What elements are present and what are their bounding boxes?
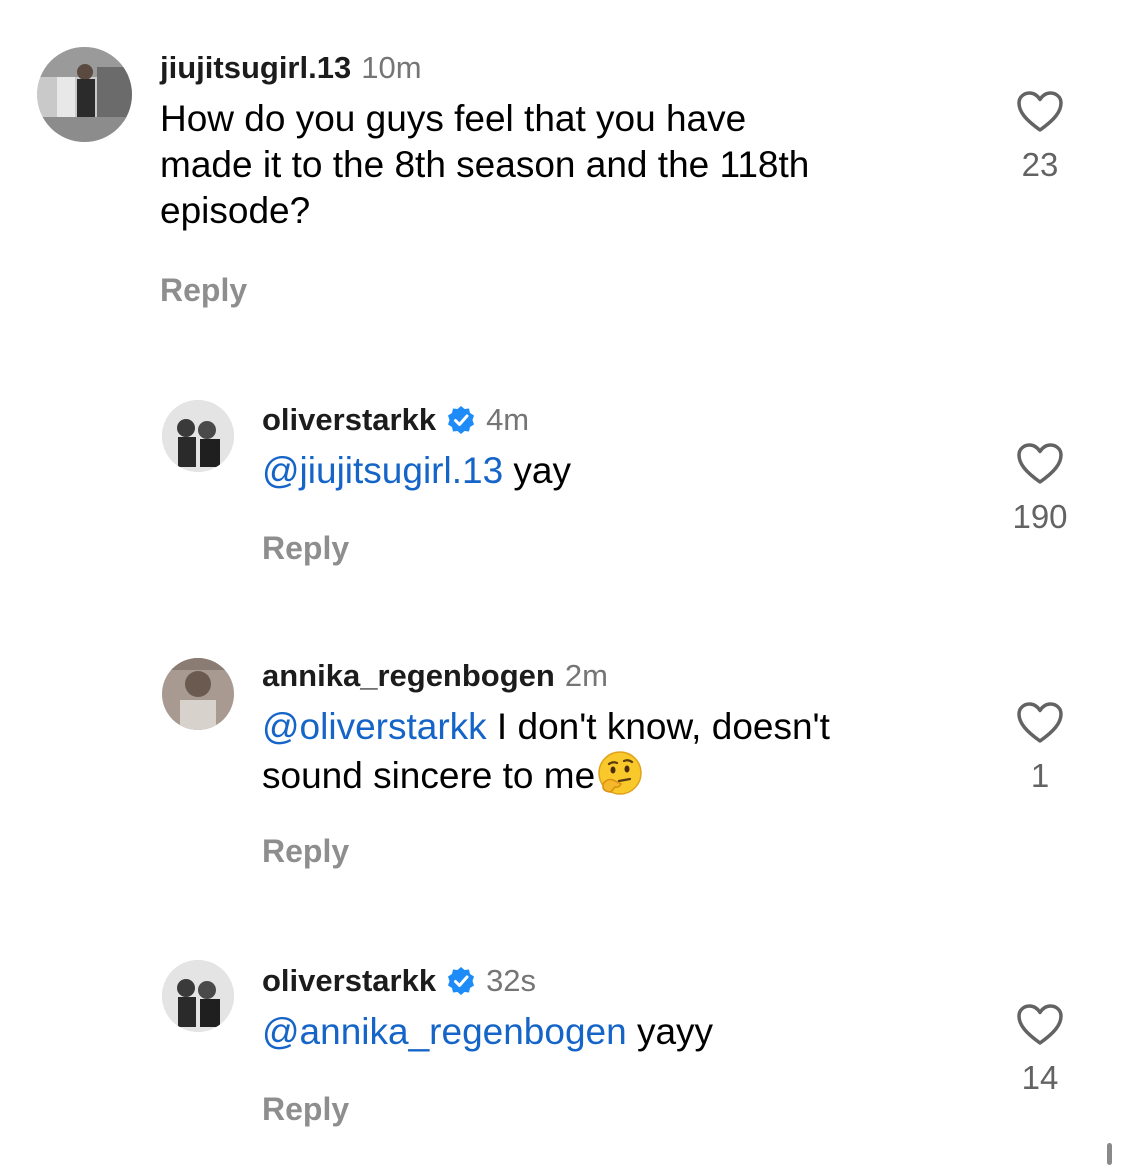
comment-text-line: sound sincere to me (262, 755, 596, 796)
avatar-oliverstarkk[interactable] (162, 960, 234, 1032)
avatar-jiujitsugirl[interactable] (37, 47, 132, 142)
comment-text-body: yay (503, 450, 572, 491)
like-count: 23 (1021, 146, 1059, 183)
comment-text: @annika_regenbogen yayy (262, 1009, 713, 1055)
comment-username[interactable]: jiujitsugirl.13 (160, 50, 351, 86)
heart-outline-icon[interactable] (1016, 442, 1064, 486)
comment-text-body: yayy (626, 1011, 714, 1052)
verified-badge-icon (446, 405, 476, 435)
comment-username[interactable]: annika_regenbogen (262, 658, 555, 694)
comment-text: How do you guys feel that you have made … (160, 96, 809, 234)
comment-text: @jiujitsugirl.13 yay (262, 448, 571, 494)
comment-text-line: episode? (160, 190, 311, 231)
avatar-annika-regenbogen[interactable] (162, 658, 234, 730)
comment-text-line: I don't know, doesn't (486, 706, 830, 747)
heart-outline-icon[interactable] (1016, 701, 1064, 745)
comment-username[interactable]: oliverstarkk (262, 402, 436, 438)
reply-button[interactable]: Reply (262, 530, 349, 567)
like-count: 190 (1012, 498, 1068, 535)
heart-outline-icon[interactable] (1016, 1003, 1064, 1047)
comment-text-line: made it to the 8th season and the 118th (160, 144, 810, 185)
avatar-oliverstarkk[interactable] (162, 400, 234, 472)
comment-username[interactable]: oliverstarkk (262, 963, 436, 999)
comment-timestamp: 10m (361, 50, 422, 85)
verified-badge-icon (446, 966, 476, 996)
mention-link[interactable]: @annika_regenbogen (262, 1011, 627, 1052)
comment-timestamp: 4m (486, 402, 530, 437)
reply-button[interactable]: Reply (262, 833, 349, 870)
comment-timestamp: 32s (486, 963, 537, 998)
comment-timestamp: 2m (564, 658, 608, 693)
like-count: 1 (1030, 757, 1050, 794)
comment-text: @oliverstarkk I don't know, doesn't soun… (262, 704, 830, 807)
heart-outline-icon[interactable] (1016, 90, 1064, 134)
like-count: 14 (1021, 1059, 1059, 1096)
reply-button[interactable]: Reply (160, 272, 247, 309)
reply-button[interactable]: Reply (262, 1091, 349, 1128)
comment-text-line: How do you guys feel that you have (160, 98, 747, 139)
thinking-face-emoji (597, 750, 643, 807)
mention-link[interactable]: @jiujitsugirl.13 (262, 450, 503, 491)
mention-link[interactable]: @oliverstarkk (262, 706, 487, 747)
